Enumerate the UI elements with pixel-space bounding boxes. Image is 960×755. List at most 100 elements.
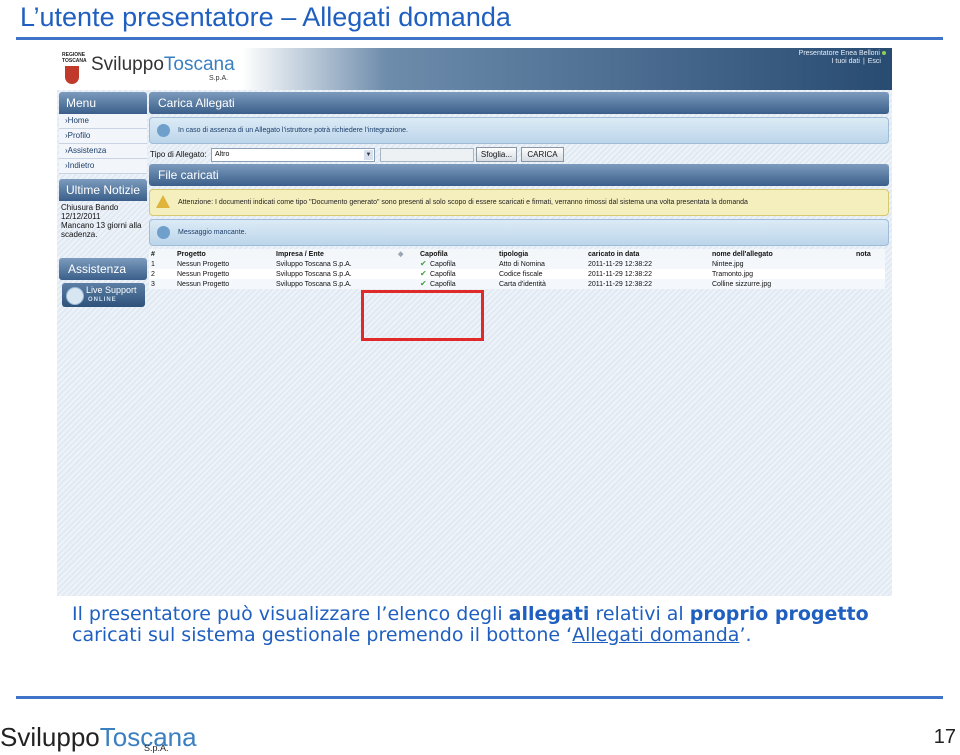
cell-company: Sviluppo Toscana S.p.A. (274, 269, 396, 279)
logo-wordmark: SviluppoToscana (91, 54, 235, 76)
check-icon: ✔ (420, 268, 427, 278)
cell-date: 2011-11-29 12:38:22 (586, 269, 710, 279)
cell-number: 1 (149, 259, 175, 269)
column-header[interactable]: Progetto (175, 249, 274, 259)
check-icon: ✔ (420, 278, 427, 288)
cell-project: Nessun Progetto (175, 269, 274, 279)
caption-bold: allegati (508, 603, 590, 625)
sidebar-item-indietro[interactable]: ›Indietro (59, 159, 147, 174)
caption-text: ’. (739, 624, 752, 646)
news-line: 12/12/2011 (61, 212, 101, 221)
cell-lead: ✔ Capofila (418, 279, 497, 289)
my-data-link[interactable]: I tuoi dati (832, 58, 860, 65)
header-links: I tuoi dati | Esci (831, 58, 881, 65)
cell-date: 2011-11-29 12:38:22 (586, 259, 710, 269)
sidebar: Menu ›Home ›Profilo ›Assistenza ›Indietr… (59, 92, 147, 596)
sort-icon[interactable]: ◆ (396, 249, 418, 259)
info-icon (157, 124, 170, 137)
cell-type: Atto di Nomina (497, 259, 586, 269)
column-header[interactable]: tipologia (497, 249, 586, 259)
cell-company: Sviluppo Toscana S.p.A. (274, 259, 396, 269)
column-header[interactable]: # (149, 249, 175, 259)
info-icon (157, 226, 170, 239)
slide-caption: Il presentatore può visualizzare l’elenc… (72, 604, 872, 646)
upload-row: Tipo di Allegato: Altro ▼ Sfoglia... CAR… (149, 147, 889, 164)
cell-empty (396, 279, 418, 289)
menu-title: Menu (59, 92, 147, 114)
live-support-status: ONLINE (88, 297, 117, 303)
attachment-link[interactable]: Tramonto.jpg (710, 269, 854, 279)
news-line: scadenza. (61, 230, 98, 239)
upload-button[interactable]: CARICA (521, 147, 564, 162)
cell-project: Nessun Progetto (175, 259, 274, 269)
region-label: REGIONE TOSCANA (62, 52, 87, 64)
cell-lead-text: Capofila (430, 260, 456, 268)
column-header[interactable]: caricato in data (586, 249, 710, 259)
assistance-title: Assistenza (59, 258, 147, 280)
file-path-field[interactable] (380, 148, 474, 162)
page-number: 17 (933, 726, 956, 748)
cell-lead: ✔ Capofila (418, 269, 497, 279)
online-dot-icon (882, 51, 886, 56)
logo-word-b: Toscana (163, 54, 235, 75)
news-list: Chiusura Bando 12/12/2011 Mancano 13 gio… (59, 201, 147, 241)
header-user-name: Presentatore Enea Belloni (798, 50, 880, 57)
info-message: In caso di assenza di un Allegato l’istr… (149, 117, 889, 144)
title-divider (16, 37, 943, 40)
news-line: Chiusura Bando (61, 203, 119, 212)
header-user: Presentatore Enea Belloni (799, 50, 886, 57)
column-header[interactable]: nome dell'allegato (710, 249, 854, 259)
cell-note (854, 269, 885, 279)
table-row[interactable]: 3 Nessun Progetto Sviluppo Toscana S.p.A… (149, 279, 885, 289)
highlight-box (361, 290, 484, 341)
live-support-label: Live Support (86, 285, 137, 295)
logo-spa: S.p.A. (209, 75, 229, 82)
footer-logo-spa: S.p.A. (144, 743, 169, 753)
app-screenshot: REGIONE TOSCANA SviluppoToscana S.p.A. P… (57, 48, 892, 596)
column-header[interactable]: Capofila (418, 249, 497, 259)
cell-empty (396, 269, 418, 279)
caption-bold: proprio progetto (689, 603, 869, 625)
cell-date: 2011-11-29 12:38:22 (586, 279, 710, 289)
cell-lead: ✔ Capofila (418, 259, 497, 269)
attachment-link[interactable]: Nintee.jpg (710, 259, 854, 269)
cell-empty (396, 259, 418, 269)
check-icon: ✔ (420, 258, 427, 268)
table-row[interactable]: 2 Nessun Progetto Sviluppo Toscana S.p.A… (149, 269, 885, 279)
live-support-icon (66, 287, 84, 305)
upload-panel-title: Carica Allegati (149, 92, 889, 114)
caption-text: Il presentatore può visualizzare l’elenc… (72, 603, 509, 625)
caption-underline: Allegati domanda (572, 624, 740, 646)
column-header[interactable]: nota (854, 249, 885, 259)
footer-logo-word-a: Sviluppo (0, 722, 100, 752)
attachment-link[interactable]: Colline sizzurre.jpg (710, 279, 854, 289)
app-logo[interactable]: REGIONE TOSCANA SviluppoToscana S.p.A. (59, 50, 239, 88)
live-support-button[interactable]: Live Support ONLINE (62, 283, 145, 307)
warning-icon (156, 195, 170, 208)
sidebar-item-assistenza[interactable]: ›Assistenza (59, 144, 147, 159)
column-header[interactable]: Impresa / Ente (274, 249, 396, 259)
warning-message: Attenzione: I documenti indicati come ti… (149, 189, 889, 216)
cell-company: Sviluppo Toscana S.p.A. (274, 279, 396, 289)
cell-project: Nessun Progetto (175, 279, 274, 289)
footer-divider (16, 696, 943, 699)
region-crest-icon (65, 66, 79, 84)
region-line2: TOSCANA (62, 58, 87, 64)
cell-note (854, 279, 885, 289)
cell-note (854, 259, 885, 269)
app-header: REGIONE TOSCANA SviluppoToscana S.p.A. P… (57, 48, 892, 90)
sidebar-item-profilo[interactable]: ›Profilo (59, 129, 147, 144)
browse-button[interactable]: Sfoglia... (476, 147, 517, 162)
cell-lead-text: Capofila (430, 280, 456, 288)
cell-number: 2 (149, 269, 175, 279)
info-text: In caso di assenza di un Allegato l’istr… (178, 127, 408, 134)
warning-text: Attenzione: I documenti indicati come ti… (178, 199, 748, 206)
chevron-down-icon: ▼ (364, 150, 373, 160)
logout-link[interactable]: Esci (868, 58, 881, 65)
news-line: Mancano 13 giorni alla (61, 221, 142, 230)
table-row[interactable]: 1 Nessun Progetto Sviluppo Toscana S.p.A… (149, 259, 885, 269)
sidebar-item-home[interactable]: ›Home (59, 114, 147, 129)
slide-title: L’utente presentatore – Allegati domanda (20, 2, 511, 32)
attachment-type-select[interactable]: Altro ▼ (211, 148, 375, 162)
files-panel-title: File caricati (149, 164, 889, 186)
